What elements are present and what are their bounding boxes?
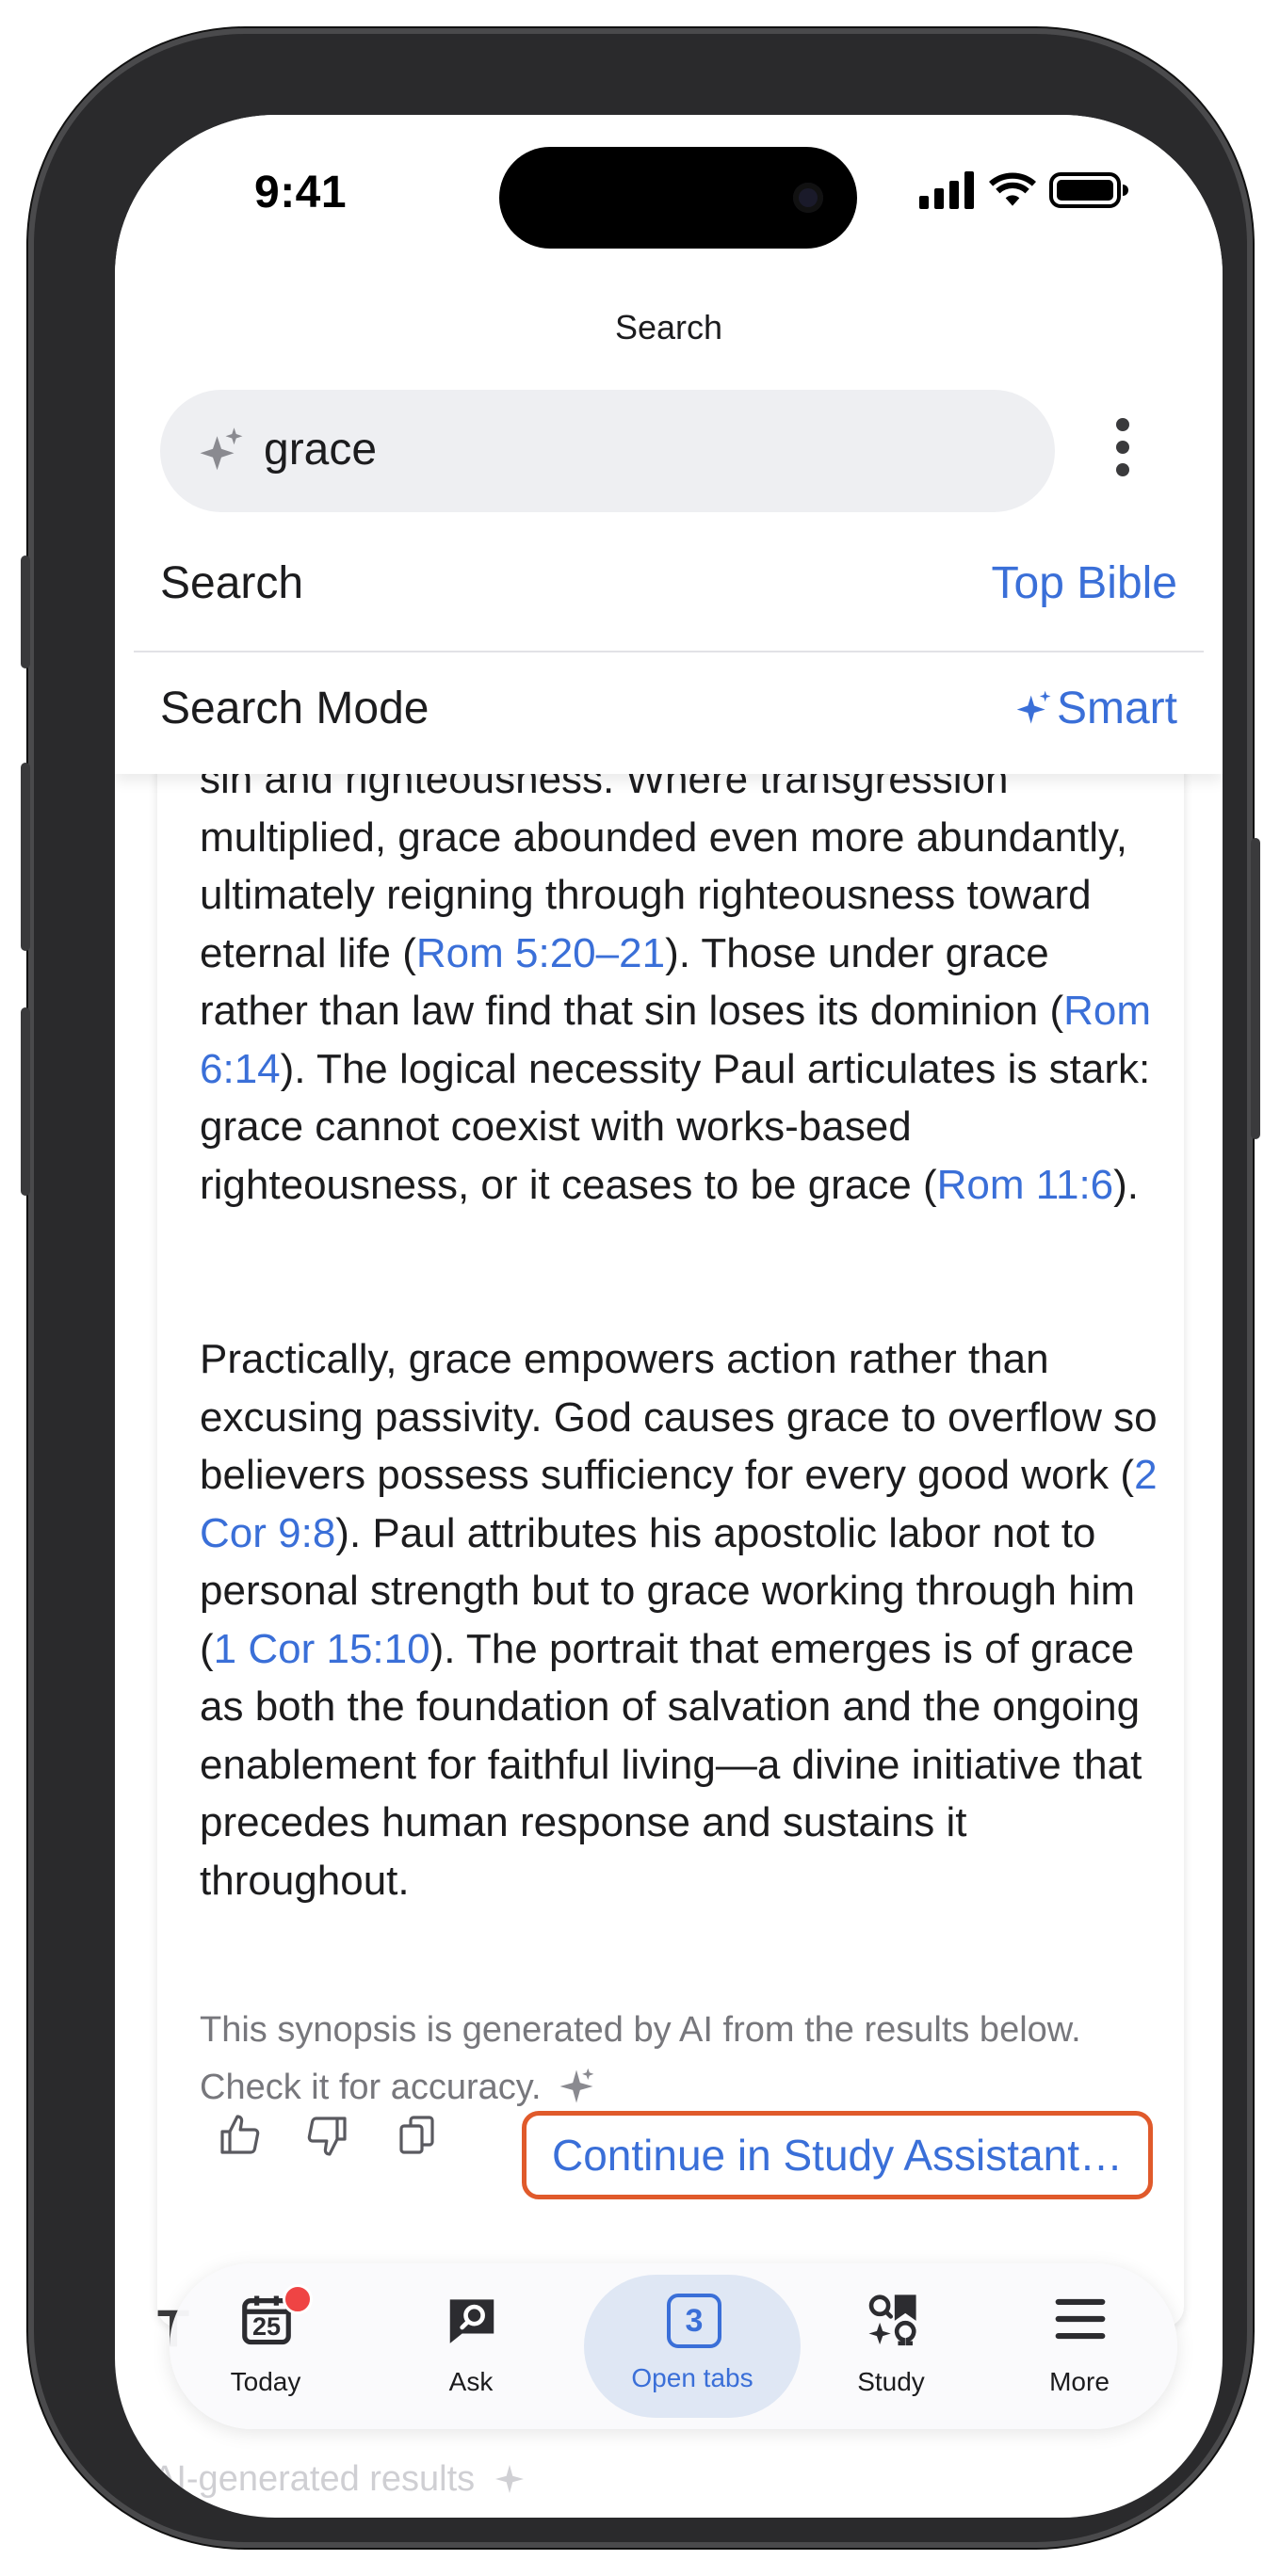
thumbs-up-icon[interactable] (217, 2113, 262, 2158)
search-header: 9:41 Search grace Search Top Bible Searc… (115, 115, 1223, 774)
dynamic-island (499, 147, 857, 249)
search-mode-label: Search Mode (160, 684, 429, 733)
synopsis-paragraph-1: sin and righteousness. Where transgressi… (200, 750, 1160, 1214)
search-mode-text: Smart (1056, 684, 1177, 733)
sparkle-icon (494, 2465, 524, 2493)
tab-label-today: Today (230, 2367, 301, 2396)
bottom-tab-bar: 25 Today Ask Open tabs 3 Study More (170, 2263, 1177, 2429)
tab-label-study: Study (857, 2367, 925, 2396)
tab-label-ask: Ask (448, 2367, 494, 2396)
more-options-icon[interactable] (1113, 418, 1132, 484)
page-title: Search (614, 308, 723, 346)
calendar-date: 25 (251, 2312, 282, 2341)
battery-icon (1049, 172, 1128, 208)
ai-disclaimer: This synopsis is generated by AI from th… (200, 2002, 1160, 2117)
search-query: grace (264, 425, 378, 475)
scripture-reference-link[interactable]: Rom 11:6 (937, 1162, 1114, 1208)
study-tools-icon (868, 2294, 916, 2346)
feedback-actions (217, 2113, 439, 2158)
tab-today[interactable]: 25 Today (171, 2263, 360, 2429)
scripture-reference-link[interactable]: Rom 5:20–21 (416, 930, 665, 976)
tab-ask[interactable]: Ask (377, 2263, 565, 2429)
tab-more[interactable]: More (985, 2263, 1174, 2429)
tab-label-open-tabs: Open tabs (631, 2363, 753, 2392)
search-scope-label: Search (160, 558, 304, 608)
tab-study[interactable]: Study (797, 2263, 985, 2429)
synopsis-text: Practically, grace empowers action rathe… (200, 1336, 1158, 1498)
sparkle-icon (200, 427, 243, 471)
chat-search-icon (449, 2299, 494, 2343)
wifi-icon (989, 172, 1036, 206)
phone-frame: sin and righteousness. Where transgressi… (21, 28, 1260, 2548)
menu-icon (1055, 2298, 1106, 2340)
open-tabs-count: 3 (667, 2294, 721, 2348)
notification-badge (283, 2284, 313, 2314)
synopsis-paragraph-2: Practically, grace empowers action rathe… (200, 1330, 1160, 1909)
side-button-volume-up (21, 763, 30, 951)
synopsis-text: ). (1113, 1161, 1140, 1208)
thumbs-down-icon[interactable] (305, 2113, 350, 2158)
search-input[interactable]: grace (160, 390, 1055, 512)
signal-icon (919, 171, 974, 209)
continue-in-study-assistant-button[interactable]: Continue in Study Assistant… (522, 2111, 1153, 2199)
continue-label: Continue in Study Assistant… (552, 2131, 1123, 2180)
search-mode-value[interactable]: Smart (1015, 683, 1177, 734)
ai-generated-results-label: AI-generated results (134, 2459, 1223, 2500)
status-time: 9:41 (254, 168, 348, 217)
search-scope-value[interactable]: Top Bible (992, 557, 1177, 609)
screen: sin and righteousness. Where transgressi… (115, 115, 1223, 2518)
side-button-power (1251, 838, 1260, 1139)
sparkle-icon (1016, 690, 1051, 724)
ai-generated-results-text: AI-generated results (153, 2459, 476, 2499)
scripture-reference-link[interactable]: 1 Cor 15:10 (214, 1626, 430, 1672)
tab-label-more: More (1049, 2367, 1110, 2396)
camera-icon (793, 183, 823, 213)
copy-icon[interactable] (394, 2113, 439, 2158)
side-button-action (21, 555, 30, 668)
side-button-volume-down (21, 1007, 30, 1196)
status-icons (919, 171, 1128, 209)
ai-disclaimer-text: This synopsis is generated by AI from th… (200, 2010, 1081, 2107)
divider (134, 651, 1204, 652)
sparkle-icon (559, 2068, 594, 2103)
